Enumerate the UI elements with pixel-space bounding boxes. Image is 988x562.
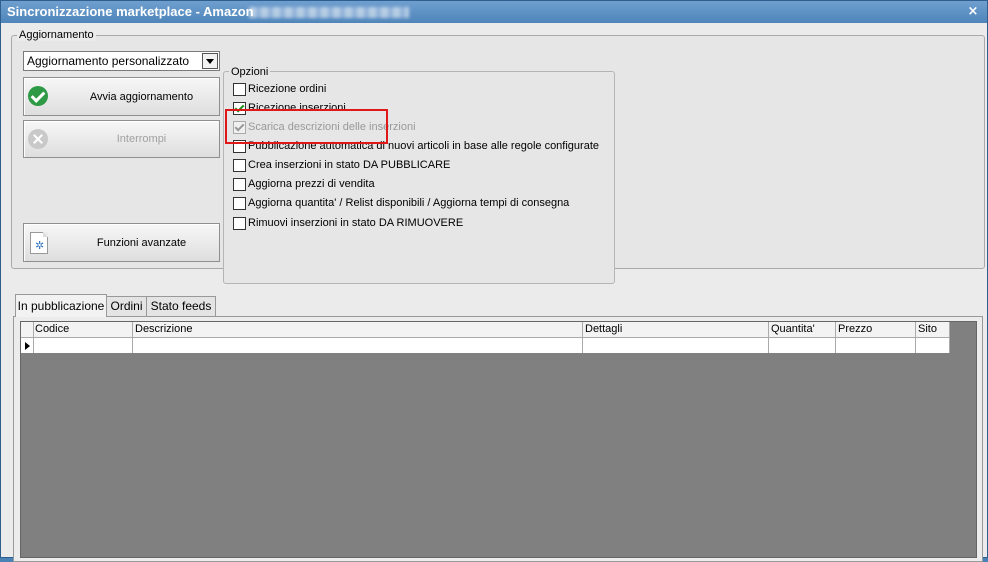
window-title: Sincronizzazione marketplace - Amazon xyxy=(7,4,254,19)
stop-label: Interrompi xyxy=(116,133,167,145)
option-checkbox[interactable] xyxy=(233,178,246,191)
column-header[interactable]: Descrizione xyxy=(133,322,583,337)
tab-stato-feeds[interactable]: Stato feeds xyxy=(146,296,216,316)
grid-cell[interactable] xyxy=(33,338,133,353)
grid-cell[interactable] xyxy=(916,338,950,353)
sync-window: Sincronizzazione marketplace - Amazon × … xyxy=(0,0,988,562)
tab-ordini[interactable]: Ordini xyxy=(106,296,147,316)
start-update-button[interactable]: Avvia aggiornamento xyxy=(23,77,220,116)
option-label: Aggiorna prezzi di vendita xyxy=(248,178,375,190)
update-group-legend: Aggiornamento xyxy=(17,29,96,41)
stop-button: Interrompi xyxy=(23,120,220,158)
update-mode-select[interactable]: Aggiornamento personalizzato xyxy=(23,51,220,71)
column-header[interactable]: Quantita' xyxy=(769,322,836,337)
grid-cell[interactable] xyxy=(133,338,583,353)
table-row[interactable] xyxy=(21,338,950,353)
title-obscured-text xyxy=(249,7,409,18)
highlight-box xyxy=(225,109,388,144)
title-bar[interactable]: Sincronizzazione marketplace - Amazon × xyxy=(1,1,987,23)
document-gear-icon xyxy=(30,232,48,254)
option-checkbox[interactable] xyxy=(233,83,246,96)
column-header[interactable]: Sito xyxy=(916,322,950,337)
option-label: Ricezione ordini xyxy=(248,83,327,95)
column-header[interactable]: Prezzo xyxy=(836,322,916,337)
column-header[interactable]: Codice xyxy=(33,322,133,337)
grid-cell[interactable] xyxy=(583,338,769,353)
close-icon[interactable]: × xyxy=(964,3,982,21)
x-circle-icon xyxy=(28,129,48,149)
option-checkbox[interactable] xyxy=(233,197,246,210)
grid-header-row: Codice Descrizione Dettagli Quantita' Prezzo… xyxy=(21,322,950,338)
grid-cell[interactable] xyxy=(836,338,916,353)
window-content: Aggiornamento Aggiornamento personalizza… xyxy=(1,23,987,562)
update-mode-value: Aggiornamento personalizzato xyxy=(27,54,190,68)
tab-in-pubblicazione[interactable]: In pubblicazione xyxy=(15,294,107,317)
listings-grid[interactable]: Codice Descrizione Dettagli Quantita' Prezzo… xyxy=(20,321,977,558)
grid-cell[interactable] xyxy=(769,338,836,353)
option-checkbox[interactable] xyxy=(233,159,246,172)
start-update-label: Avvia aggiornamento xyxy=(89,90,194,103)
options-group-legend: Opzioni xyxy=(229,66,271,78)
option-label: Rimuovi inserzioni in stato DA RIMUOVERE xyxy=(248,217,464,229)
chevron-down-icon[interactable] xyxy=(202,53,218,69)
option-checkbox[interactable] xyxy=(233,217,246,230)
check-circle-icon xyxy=(28,86,48,106)
advanced-functions-label: Funzioni avanzate xyxy=(96,236,187,249)
advanced-functions-button[interactable]: Funzioni avanzate xyxy=(23,223,220,262)
option-label: Aggiorna quantita' / Relist disponibili … xyxy=(248,197,570,209)
column-header[interactable]: Dettagli xyxy=(583,322,769,337)
option-label: Crea inserzioni in stato DA PUBBLICARE xyxy=(248,159,451,171)
